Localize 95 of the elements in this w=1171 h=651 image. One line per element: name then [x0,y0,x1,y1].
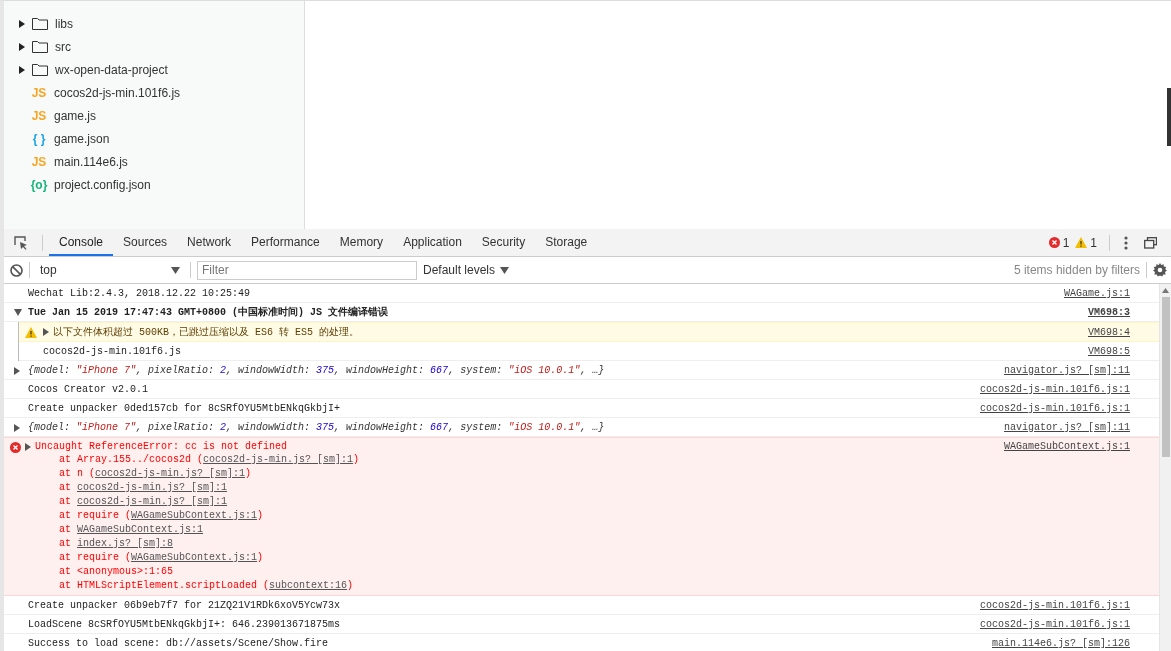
stack-link[interactable]: subcontext:16 [269,580,348,591]
expand-caret-icon[interactable] [14,424,21,432]
log-message: Success to load scene: db://assets/Scene/Show.fire [28,637,330,650]
dropdown-arrow-icon [500,266,510,274]
panel-tab[interactable]: Console [49,229,114,256]
source-link[interactable]: navigator.js? [sm]:11 [1003,364,1130,377]
warning-count[interactable]: 1 [1090,235,1097,250]
caret-icon[interactable] [18,65,25,74]
source-link[interactable]: VM698:3 [1088,306,1130,319]
source-link[interactable]: cocos2d-js-min.101f6.js:1 [979,618,1130,631]
more-options-icon[interactable] [1124,235,1128,250]
log-message: cocos2d-js-min.101f6.js [43,345,183,358]
source-link[interactable]: VM698:5 [1088,345,1130,358]
stack-link[interactable]: WAGameSubContext.js:1 [131,510,258,521]
source-link[interactable]: cocos2d-js-min.101f6.js:1 [979,383,1130,396]
scroll-up-arrow-icon[interactable] [1162,288,1169,293]
stack-frame: at Array.155../cocos2d (cocos2d-js-min.js? [sm]:1) [25,453,1004,467]
object-preview[interactable]: {model: "iPhone 7", pixelRatio: 2, windowWidth: 375, windowHeight: 667, system: "iOS 10.0.1", …} [28,364,1004,377]
stack-frame: at cocos2d-js-min.js? [sm]:1 [25,481,1004,495]
file-name[interactable]: libs [55,16,73,31]
warning-icon [25,327,37,338]
error-icon [10,442,21,453]
stack-link[interactable]: cocos2d-js-min.js? [sm]:1 [77,482,228,493]
panel-tab[interactable]: Security [471,229,536,256]
source-link[interactable]: VM698:4 [1088,326,1130,339]
folder-icon [32,40,48,53]
file-name[interactable]: src [55,39,71,54]
file-name[interactable]: wx-open-data-project [55,62,168,77]
expand-caret-icon[interactable] [43,328,50,336]
stack-link[interactable]: cocos2d-js-min.js? [sm]:1 [95,468,246,479]
folder-icon [32,63,48,76]
stack-frame: at n (cocos2d-js-min.js? [sm]:1) [25,467,1004,481]
file-type-icon: { } [30,131,48,146]
caret-icon[interactable] [18,19,25,28]
error-icon [1048,237,1060,248]
group-title[interactable]: Tue Jan 15 2019 17:47:43 GMT+0800 (中国标准时间) JS 文件编译错误 [28,306,1088,319]
stack-link[interactable]: cocos2d-js-min.js? [sm]:1 [77,496,228,507]
file-name[interactable]: cocos2d-js-min.101f6.js [54,85,181,100]
file-name[interactable]: main.114e6.js [54,154,128,169]
log-levels-dropdown[interactable]: Default levels [423,263,510,277]
log-message: Create unpacker 06b9eb7f7 for 21ZQ21V1RDk6xoV5Ycw73x [28,599,342,612]
stack-link[interactable]: WAGameSubContext.js:1 [77,524,204,535]
stack-link[interactable]: WAGameSubContext.js:1 [131,552,258,563]
undock-icon[interactable] [1144,236,1157,249]
stack-link[interactable]: index.js? [sm]:8 [77,538,174,549]
stack-frame: at <anonymous>:1:65 [25,565,1004,579]
panel-tab[interactable]: Sources [113,229,178,256]
dropdown-arrow-icon [171,266,180,274]
file-name[interactable]: project.config.json [54,177,151,192]
log-message: Create unpacker 0ded157cb for 8cSRfOYU5MtbENkqGkbjI+ [28,402,342,415]
stack-frame: at require (WAGameSubContext.js:1) [25,551,1004,565]
inspect-element-icon[interactable] [14,235,28,250]
warning-icon [1075,237,1088,248]
expand-caret-icon[interactable] [14,367,21,375]
filter-field[interactable]: Filter [197,260,417,280]
file-type-icon: JS [30,85,48,100]
file-type-icon: JS [30,108,48,123]
context-select[interactable]: top [36,263,184,277]
scrollbar-thumb[interactable] [1167,88,1171,146]
file-name[interactable]: game.json [54,131,110,146]
expand-caret-icon[interactable] [14,309,22,316]
source-link[interactable]: navigator.js? [sm]:11 [1003,421,1130,434]
error-message[interactable]: Uncaught ReferenceError: cc is not defined [35,440,1004,453]
stack-frame: at cocos2d-js-min.js? [sm]:1 [25,495,1004,509]
panel-tab[interactable]: Storage [535,229,598,256]
log-message: Cocos Creator v2.0.1 [28,383,150,396]
panel-tab[interactable]: Network [177,229,242,256]
error-count[interactable]: 1 [1062,235,1070,250]
source-link[interactable]: main.114e6.js? [sm]:126 [991,637,1130,650]
stack-link[interactable]: cocos2d-js-min.js? [sm]:1 [203,454,354,465]
clear-console-icon[interactable] [10,263,23,277]
stack-frame: at HTMLScriptElement.scriptLoaded (subcontext:16) [25,579,1004,593]
log-message: LoadScene 8cSRfOYU5MtbENkqGkbjI+: 646.239013671875ms [28,618,342,631]
stack-frame: at WAGameSubContext.js:1 [25,523,1004,537]
file-type-icon: {o} [30,177,48,192]
caret-icon[interactable] [18,42,25,51]
source-link[interactable]: cocos2d-js-min.101f6.js:1 [979,402,1130,415]
file-type-icon: JS [30,154,48,169]
log-message: Wechat Lib:2.4.3, 2018.12.22 10:25:49 [28,287,252,300]
scrollbar[interactable] [1159,284,1171,651]
settings-icon[interactable] [1153,263,1167,277]
panel-tab[interactable]: Memory [329,229,394,256]
panel-tab[interactable]: Application [393,229,472,256]
folder-icon [32,17,48,30]
hidden-items-note: 5 items hidden by filters [1013,263,1140,277]
object-preview[interactable]: {model: "iPhone 7", pixelRatio: 2, windowWidth: 375, windowHeight: 667, system: "iOS 10.0.1", …} [28,421,1004,434]
warning-message: 以下文件体积超过 500KB，已跳过压缩以及 ES6 转 ES5 的处理。 [53,326,360,339]
source-link[interactable]: WAGameSubContext.js:1 [1003,440,1130,453]
file-name[interactable]: game.js [54,108,97,123]
expand-caret-icon[interactable] [25,443,32,451]
stack-frame: at require (WAGameSubContext.js:1) [25,509,1004,523]
stack-frame: at index.js? [sm]:8 [25,537,1004,551]
source-link[interactable]: cocos2d-js-min.101f6.js:1 [979,599,1130,612]
source-link[interactable]: WAGame.js:1 [1064,287,1130,300]
panel-tab[interactable]: Performance [241,229,330,256]
